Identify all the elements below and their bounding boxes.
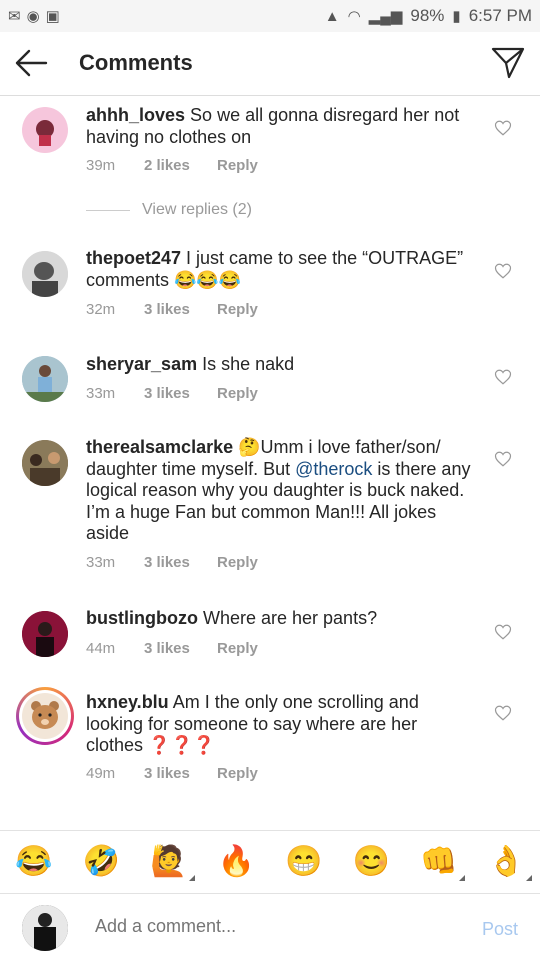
emoji-ok-hand[interactable]: 👌 — [473, 831, 540, 893]
current-user-avatar — [22, 905, 68, 951]
comment-meta: 33m 3 likes Reply — [86, 385, 258, 402]
comment-meta: 39m 2 likes Reply — [86, 157, 258, 174]
battery-icon: ▮ — [452, 8, 461, 25]
skin-tone-indicator — [188, 874, 195, 881]
reply-button[interactable]: Reply — [217, 554, 258, 571]
comment-likes[interactable]: 3 likes — [144, 640, 217, 657]
comment-username[interactable]: ahhh_loves — [86, 105, 185, 125]
comment-username[interactable]: thepoet247 — [86, 248, 181, 268]
lock-icon: ▲ — [324, 7, 340, 25]
heart-icon[interactable] — [494, 450, 512, 468]
comment-likes[interactable]: 3 likes — [144, 765, 217, 782]
battery-percent: 98% — [410, 6, 445, 25]
comment-list[interactable]: ahhh_loves So we all gonna disregard her… — [0, 97, 540, 830]
avatar[interactable] — [22, 251, 68, 297]
view-replies-label: View replies (2) — [142, 201, 252, 218]
comment-time: 44m — [86, 640, 116, 657]
comment-username[interactable]: sheryar_sam — [86, 354, 197, 374]
skin-tone-indicator — [526, 874, 532, 881]
wifi-icon: ◠ — [347, 8, 361, 25]
comment-time: 39m — [86, 157, 116, 174]
emoji-rofl[interactable]: 🤣 — [68, 831, 136, 893]
heart-icon[interactable] — [494, 623, 512, 641]
comment-likes[interactable]: 3 likes — [144, 554, 217, 571]
comment-username[interactable]: hxney.blu — [86, 692, 169, 712]
comment-item: thepoet247 I just came to see the “OUTRA… — [0, 238, 540, 338]
comment-likes[interactable]: 3 likes — [144, 385, 217, 402]
clock: 6:57 PM — [468, 6, 532, 25]
comment-item: ahhh_loves So we all gonna disregard her… — [0, 97, 540, 237]
emoji-quick-bar: 😂 🤣 🙋 🔥 😁 😊 👊 👌 — [0, 830, 540, 892]
emoji-raising-hand[interactable]: 🙋 — [135, 831, 203, 893]
skin-tone-indicator — [458, 874, 465, 881]
whatsapp-icon: ◉ — [26, 8, 40, 25]
reply-button[interactable]: Reply — [217, 385, 258, 402]
comment-text: therealsamclarke 🤔Umm i love father/son/… — [86, 437, 476, 545]
notification-icons: ✉ ◉ ▣ — [8, 7, 60, 25]
comment-item: hxney.blu Am I the only one scrolling an… — [0, 687, 540, 817]
comment-username[interactable]: bustlingbozo — [86, 608, 198, 628]
comment-text: thepoet247 I just came to see the “OUTRA… — [86, 248, 476, 291]
comment-likes[interactable]: 3 likes — [144, 301, 217, 318]
comment-body: Is she nakd — [197, 354, 295, 374]
comment-item: bustlingbozo Where are her pants? 44m 3 … — [0, 600, 540, 684]
reply-button[interactable]: Reply — [217, 157, 258, 174]
direct-send-icon[interactable] — [490, 46, 526, 80]
comment-item: therealsamclarke 🤔Umm i love father/son/… — [0, 430, 540, 595]
comment-meta: 33m 3 likes Reply — [86, 554, 258, 571]
signal-icon: ▂▄▆ — [368, 8, 403, 25]
comment-body: Where are her pants? — [197, 608, 378, 628]
comment-input[interactable] — [95, 916, 455, 937]
reply-button[interactable]: Reply — [217, 301, 258, 318]
comment-text: ahhh_loves So we all gonna disregard her… — [86, 105, 476, 148]
reply-button[interactable]: Reply — [217, 765, 258, 782]
comment-username[interactable]: therealsamclarke — [86, 437, 233, 457]
avatar[interactable] — [16, 687, 74, 745]
emoji-grin[interactable]: 😁 — [270, 831, 338, 893]
avatar[interactable] — [22, 440, 68, 486]
mention-link[interactable]: @therock — [295, 459, 372, 479]
comment-meta: 32m 3 likes Reply — [86, 301, 258, 318]
avatar[interactable] — [22, 107, 68, 153]
comment-likes[interactable]: 2 likes — [144, 157, 217, 174]
comment-time: 33m — [86, 385, 116, 402]
status-bar: ✉ ◉ ▣ ▲ ◠ ▂▄▆ 98% ▮ 6:57 PM — [0, 0, 540, 32]
heart-icon[interactable] — [494, 704, 512, 722]
avatar[interactable] — [22, 356, 68, 402]
replies-divider — [86, 209, 130, 211]
comment-meta: 49m 3 likes Reply — [86, 765, 258, 782]
mail-icon: ✉ — [8, 8, 21, 25]
comment-text: bustlingbozo Where are her pants? — [86, 608, 476, 630]
reply-button[interactable]: Reply — [217, 640, 258, 657]
top-bar: Comments — [0, 32, 540, 96]
comment-time: 33m — [86, 554, 116, 571]
avatar[interactable] — [22, 611, 68, 657]
emoji-smile[interactable]: 😊 — [338, 831, 406, 893]
comment-time: 32m — [86, 301, 116, 318]
emoji-tears-of-joy[interactable]: 😂 — [0, 831, 68, 893]
back-arrow-icon[interactable] — [14, 48, 48, 78]
comment-meta: 44m 3 likes Reply — [86, 640, 258, 657]
heart-icon[interactable] — [494, 119, 512, 137]
page-title: Comments — [79, 50, 193, 75]
emoji-fire[interactable]: 🔥 — [203, 831, 271, 893]
post-button[interactable]: Post — [482, 919, 518, 940]
emoji-fist[interactable]: 👊 — [405, 831, 473, 893]
comment-text: hxney.blu Am I the only one scrolling an… — [86, 692, 476, 757]
comment-composer: Post — [0, 893, 540, 960]
comment-time: 49m — [86, 765, 116, 782]
comment-item: sheryar_sam Is she nakd 33m 3 likes Repl… — [0, 344, 540, 428]
image-icon: ▣ — [45, 8, 60, 25]
heart-icon[interactable] — [494, 262, 512, 280]
view-replies[interactable]: View replies (2) — [86, 201, 252, 219]
comment-text: sheryar_sam Is she nakd — [86, 354, 476, 376]
heart-icon[interactable] — [494, 368, 512, 386]
